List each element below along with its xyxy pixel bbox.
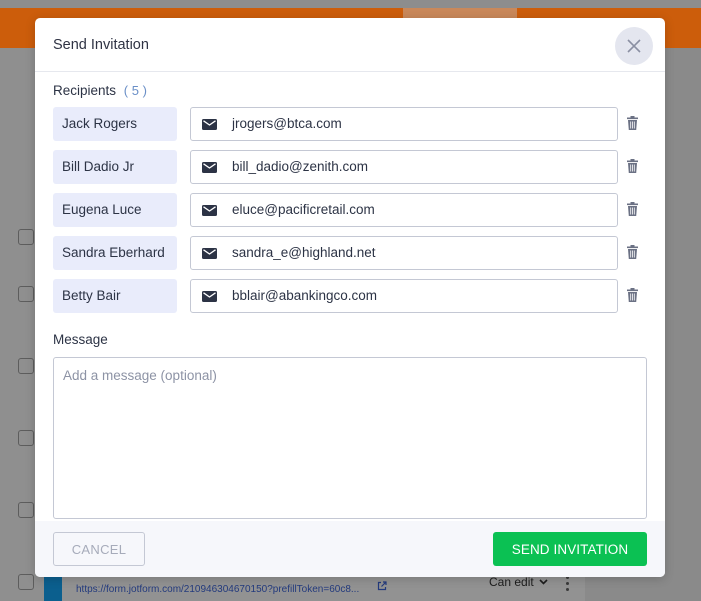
dialog-title: Send Invitation xyxy=(53,37,149,53)
background-row-checkbox xyxy=(18,574,34,590)
background-row-checkbox xyxy=(18,358,34,374)
recipients-label: Recipients ( 5 ) xyxy=(53,83,147,98)
background-row-checkbox xyxy=(18,430,34,446)
cancel-button[interactable]: CANCEL xyxy=(53,532,145,566)
external-link-icon xyxy=(377,581,387,591)
trash-icon[interactable] xyxy=(627,202,638,216)
recipients-label-text: Recipients xyxy=(53,83,117,98)
background-permission-select: Can edit xyxy=(489,575,548,589)
envelope-icon xyxy=(202,291,217,302)
dialog-footer: CANCEL SEND INVITATION xyxy=(35,521,665,577)
dialog-header: Send Invitation xyxy=(35,18,665,72)
recipient-email: bblair@abankingco.com xyxy=(232,288,378,303)
trash-icon[interactable] xyxy=(627,245,638,259)
recipient-email: sandra_e@highland.net xyxy=(232,245,376,260)
background-row-checkbox xyxy=(18,502,34,518)
send-invitation-button[interactable]: SEND INVITATION xyxy=(493,532,647,566)
message-label: Message xyxy=(53,332,108,347)
envelope-icon xyxy=(202,205,217,216)
kebab-menu-icon xyxy=(566,576,570,596)
envelope-icon xyxy=(202,248,217,259)
recipient-name: Eugena Luce xyxy=(53,193,177,227)
background-row-checkbox xyxy=(18,229,34,245)
recipient-email-field[interactable]: jrogers@btca.com xyxy=(190,107,618,141)
close-button[interactable] xyxy=(615,27,653,65)
recipient-email-field[interactable]: eluce@pacificretail.com xyxy=(190,193,618,227)
envelope-icon xyxy=(202,162,217,173)
recipient-email-field[interactable]: bblair@abankingco.com xyxy=(190,279,618,313)
recipient-row: Bill Dadio Jr bill_dadio@zenith.com xyxy=(53,150,653,184)
recipient-email: eluce@pacificretail.com xyxy=(232,202,375,217)
recipient-row: Jack Rogers jrogers@btca.com xyxy=(53,107,653,141)
recipient-email-field[interactable]: sandra_e@highland.net xyxy=(190,236,618,270)
recipients-count: ( 5 ) xyxy=(123,83,147,98)
recipient-name: Sandra Eberhard xyxy=(53,236,177,270)
recipient-name: Betty Bair xyxy=(53,279,177,313)
trash-icon[interactable] xyxy=(627,159,638,173)
chevron-down-icon xyxy=(539,579,548,585)
message-textarea[interactable] xyxy=(53,357,647,519)
recipient-email-field[interactable]: bill_dadio@zenith.com xyxy=(190,150,618,184)
background-top-strip xyxy=(0,0,701,8)
trash-icon[interactable] xyxy=(627,288,638,302)
recipient-email: jrogers@btca.com xyxy=(232,116,342,131)
recipient-name: Jack Rogers xyxy=(53,107,177,141)
close-icon xyxy=(627,39,641,53)
recipient-row: Sandra Eberhard sandra_e@highland.net xyxy=(53,236,653,270)
background-form-link: https://form.jotform.com/210946304670150… xyxy=(76,584,360,595)
envelope-icon xyxy=(202,119,217,130)
send-invitation-dialog: Send Invitation Recipients ( 5 ) Jack Ro… xyxy=(35,18,665,577)
trash-icon[interactable] xyxy=(627,116,638,130)
permission-label: Can edit xyxy=(489,575,534,589)
recipient-email: bill_dadio@zenith.com xyxy=(232,159,369,174)
recipient-row: Eugena Luce eluce@pacificretail.com xyxy=(53,193,653,227)
background-row-checkbox xyxy=(18,286,34,302)
recipient-name: Bill Dadio Jr xyxy=(53,150,177,184)
recipient-row: Betty Bair bblair@abankingco.com xyxy=(53,279,653,313)
